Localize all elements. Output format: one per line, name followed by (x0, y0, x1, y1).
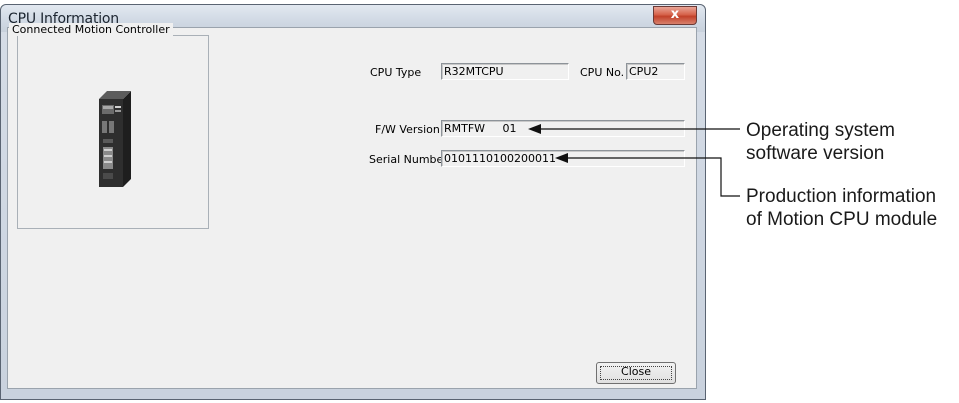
prod-annotation-line1: Production information (746, 186, 937, 207)
os-annotation-line1: Operating system (746, 120, 895, 141)
arrow-left-icon (555, 153, 568, 163)
os-annotation-line2: software version (746, 143, 885, 164)
os-version-annotation: Operating system software version (746, 119, 895, 165)
production-info-annotation: Production information of Motion CPU mod… (746, 185, 937, 231)
prod-annotation-line2: of Motion CPU module (746, 209, 938, 230)
serial-callout-line (567, 157, 740, 197)
arrow-left-icon (528, 124, 541, 134)
